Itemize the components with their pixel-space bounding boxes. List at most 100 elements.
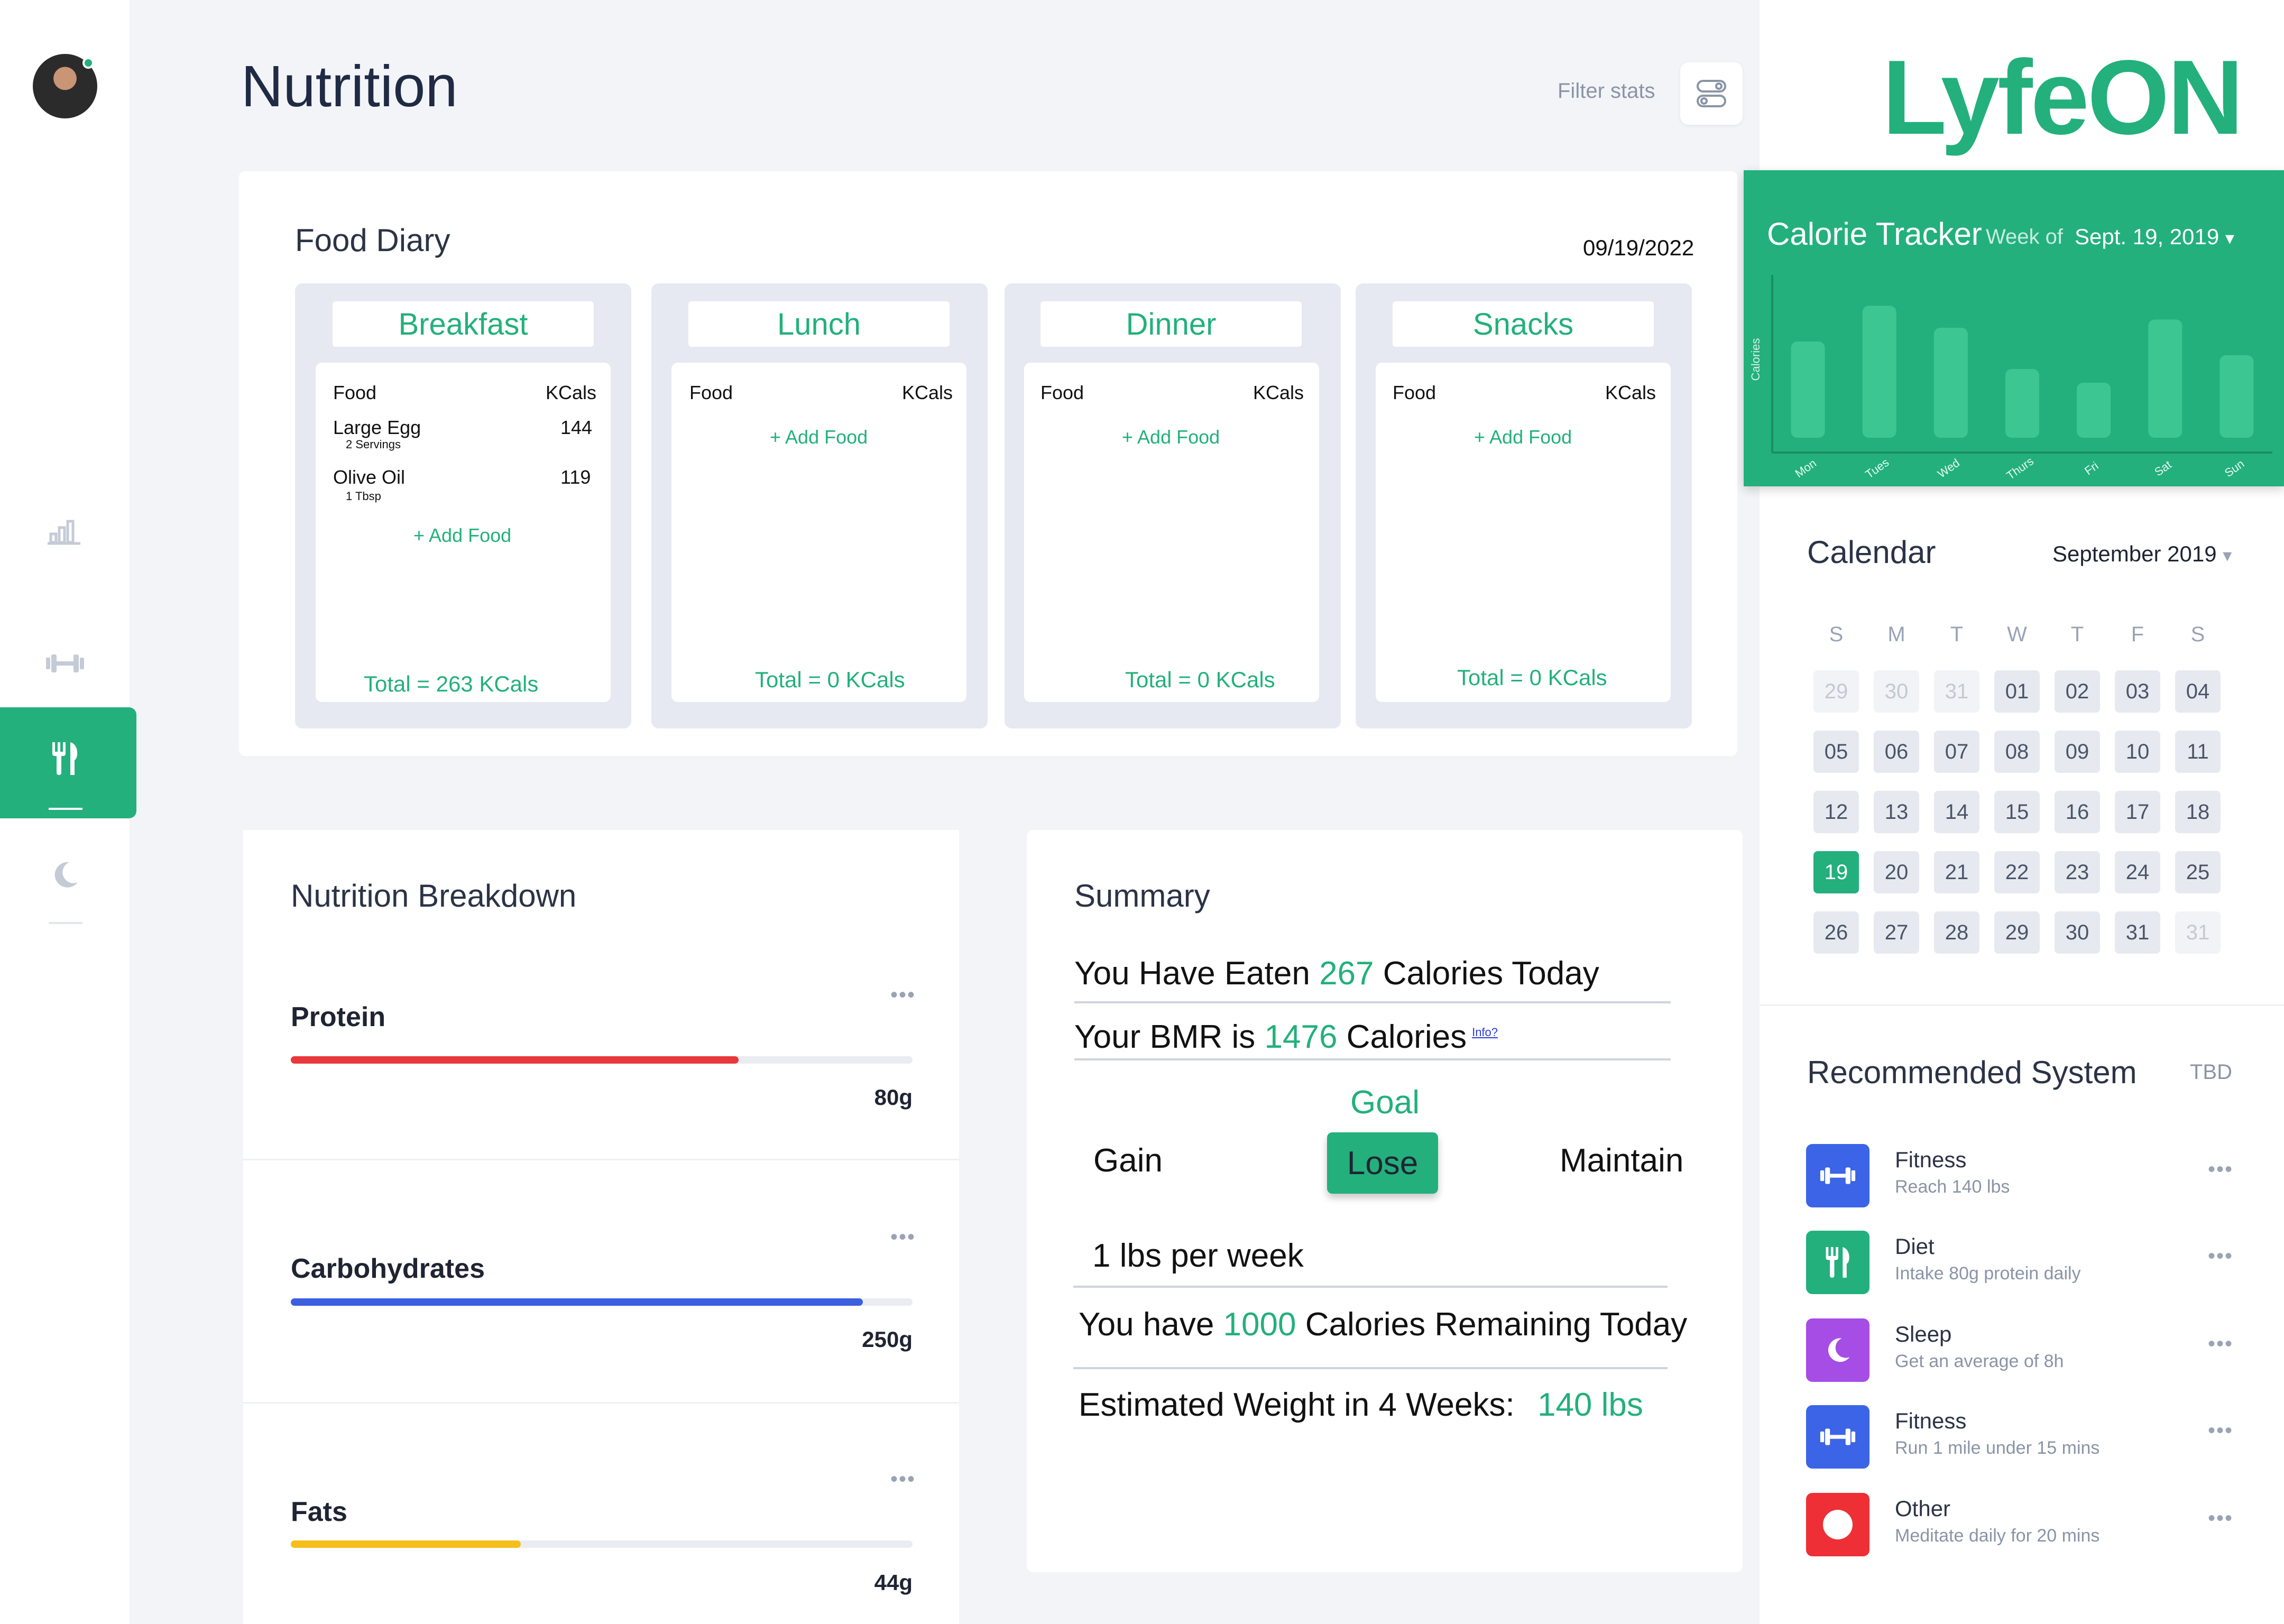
calendar-day[interactable]: 26 bbox=[1813, 911, 1859, 954]
goal-maintain-option[interactable]: Maintain bbox=[1560, 1142, 1683, 1179]
food-item-kcals: 144 bbox=[560, 417, 593, 438]
bmr-text: Calories bbox=[1337, 1019, 1467, 1055]
calendar-day[interactable]: 28 bbox=[1934, 911, 1979, 954]
food-item-name[interactable]: Olive Oil bbox=[333, 466, 405, 488]
food-item-name[interactable]: Large Egg bbox=[333, 417, 421, 439]
rec-item-name[interactable]: Fitness bbox=[1895, 1147, 1966, 1173]
calendar-day[interactable]: 02 bbox=[2055, 670, 2100, 713]
recommended-tbd: TBD bbox=[2190, 1060, 2232, 1084]
chart-bar-fri[interactable] bbox=[2077, 383, 2111, 438]
stats-icon[interactable] bbox=[42, 506, 88, 552]
chart-bar-wed[interactable] bbox=[1933, 328, 1968, 438]
rec-item-name[interactable]: Diet bbox=[1895, 1234, 1935, 1259]
meal-header-lunch[interactable]: Lunch bbox=[688, 301, 950, 347]
rec-item-desc: Intake 80g protein daily bbox=[1895, 1263, 2081, 1284]
meal-header-dinner[interactable]: Dinner bbox=[1040, 301, 1302, 347]
calendar-day[interactable]: 09 bbox=[2055, 731, 2100, 773]
calendar-day[interactable]: 16 bbox=[2055, 791, 2100, 833]
calendar-day[interactable]: 20 bbox=[1874, 851, 1919, 893]
calendar-month-selector[interactable]: September 2019 ▾ bbox=[2052, 541, 2232, 567]
calendar-day[interactable]: 12 bbox=[1813, 791, 1859, 833]
chart-x-tick-label: Sun bbox=[2222, 457, 2246, 479]
col-header-food: Food bbox=[1040, 382, 1084, 403]
rec-item-more-button[interactable]: ••• bbox=[2208, 1507, 2233, 1530]
rec-item-more-button[interactable]: ••• bbox=[2208, 1332, 2233, 1356]
calendar-day[interactable]: 04 bbox=[2175, 670, 2221, 713]
rec-item-name[interactable]: Fitness bbox=[1895, 1408, 1966, 1434]
calendar-day[interactable]: 06 bbox=[1874, 731, 1919, 773]
meal-header-breakfast[interactable]: Breakfast bbox=[333, 301, 594, 347]
chart-bar-tues[interactable] bbox=[1862, 306, 1896, 438]
chart-bar-mon[interactable] bbox=[1791, 342, 1825, 438]
calendar-day[interactable]: 30 bbox=[2055, 911, 2100, 954]
calendar-weekday-label: F bbox=[2131, 623, 2144, 646]
chart-bar-sat[interactable] bbox=[2148, 319, 2182, 438]
rec-item-name[interactable]: Other bbox=[1895, 1496, 1950, 1521]
summary-card bbox=[1027, 830, 1743, 1572]
calendar-day[interactable]: 07 bbox=[1934, 731, 1979, 773]
calendar-day[interactable]: 21 bbox=[1934, 851, 1979, 893]
filter-stats-button[interactable] bbox=[1680, 62, 1743, 125]
calendar-day-selected[interactable]: 19 bbox=[1813, 851, 1859, 893]
calendar-day[interactable]: 10 bbox=[2115, 731, 2160, 773]
calendar-day[interactable]: 24 bbox=[2115, 851, 2160, 893]
dumbbell-icon[interactable] bbox=[42, 641, 88, 686]
calendar-day[interactable]: 08 bbox=[1994, 731, 2040, 773]
calendar-weekday-label: T bbox=[1950, 623, 1964, 646]
right-panel-divider bbox=[1760, 1004, 2284, 1006]
calendar-day[interactable]: 18 bbox=[2175, 791, 2221, 833]
calendar-day[interactable]: 03 bbox=[2115, 670, 2160, 713]
fats-more-button[interactable]: ••• bbox=[890, 1468, 916, 1491]
calendar-day[interactable]: 29 bbox=[1994, 911, 2040, 954]
calendar-day[interactable]: 15 bbox=[1994, 791, 2040, 833]
rec-item-name[interactable]: Sleep bbox=[1895, 1322, 1951, 1347]
dumbbell-icon bbox=[1820, 1167, 1856, 1184]
weekly-rate[interactable]: 1 lbs per week bbox=[1092, 1237, 1304, 1275]
calendar-day[interactable]: 31 bbox=[2175, 911, 2221, 954]
chart-bar-thurs[interactable] bbox=[2005, 369, 2039, 438]
utensils-icon[interactable] bbox=[42, 736, 88, 781]
add-food-button-dinner[interactable]: + Add Food bbox=[1122, 426, 1220, 448]
calendar-day[interactable]: 05 bbox=[1813, 731, 1859, 773]
rec-item-more-button[interactable]: ••• bbox=[2208, 1419, 2233, 1443]
calendar-day[interactable]: 01 bbox=[1994, 670, 2040, 713]
week-date: Sept. 19, 2019 bbox=[2075, 224, 2219, 249]
bmr-info-link[interactable]: Info? bbox=[1472, 1026, 1498, 1039]
protein-label: Protein bbox=[291, 1002, 386, 1032]
calendar-day[interactable]: 31 bbox=[1934, 670, 1979, 713]
calendar-day[interactable]: 25 bbox=[2175, 851, 2221, 893]
calendar-day[interactable]: 27 bbox=[1874, 911, 1919, 954]
add-food-button-snacks[interactable]: + Add Food bbox=[1474, 426, 1572, 448]
calendar-day[interactable]: 13 bbox=[1874, 791, 1919, 833]
meal-total-lunch: Total = 0 KCals bbox=[755, 667, 905, 692]
add-food-button-lunch[interactable]: + Add Food bbox=[770, 426, 868, 448]
calendar-day[interactable]: 17 bbox=[2115, 791, 2160, 833]
calendar-day[interactable]: 23 bbox=[2055, 851, 2100, 893]
fats-progress-track bbox=[291, 1540, 913, 1548]
calorie-tracker-week-selector[interactable]: Sept. 19, 2019 ▾ bbox=[2075, 224, 2234, 250]
chart-bar-sun[interactable] bbox=[2219, 355, 2254, 438]
food-diary-date[interactable]: 09/19/2022 bbox=[1583, 235, 1694, 261]
calories-remaining-text: Calories Remaining Today bbox=[1296, 1306, 1688, 1343]
rec-item-more-button[interactable]: ••• bbox=[2208, 1244, 2233, 1268]
moon-icon[interactable] bbox=[42, 852, 88, 898]
calendar-day[interactable]: 11 bbox=[2175, 731, 2221, 773]
rec-icon-other bbox=[1806, 1493, 1869, 1556]
meal-header-snacks[interactable]: Snacks bbox=[1393, 301, 1654, 347]
calendar-day[interactable]: 30 bbox=[1874, 670, 1919, 713]
summary-divider bbox=[1073, 1367, 1668, 1369]
recommended-system-title: Recommended System bbox=[1807, 1055, 2137, 1090]
goal-lose-option-selected[interactable]: Lose bbox=[1327, 1132, 1438, 1194]
goal-gain-option[interactable]: Gain bbox=[1093, 1142, 1163, 1179]
calendar-day[interactable]: 31 bbox=[2115, 911, 2160, 954]
add-food-button-breakfast[interactable]: + Add Food bbox=[413, 524, 511, 547]
carbohydrates-more-button[interactable]: ••• bbox=[890, 1225, 916, 1249]
chart-x-tick-label: Mon bbox=[1793, 456, 1819, 480]
nav-divider bbox=[49, 922, 82, 924]
calendar-day[interactable]: 22 bbox=[1994, 851, 2040, 893]
rec-item-more-button[interactable]: ••• bbox=[2208, 1158, 2233, 1182]
calendar-day[interactable]: 14 bbox=[1934, 791, 1979, 833]
protein-more-button[interactable]: ••• bbox=[890, 983, 916, 1007]
nutrition-breakdown-title: Nutrition Breakdown bbox=[291, 878, 577, 914]
calendar-day[interactable]: 29 bbox=[1813, 670, 1859, 713]
